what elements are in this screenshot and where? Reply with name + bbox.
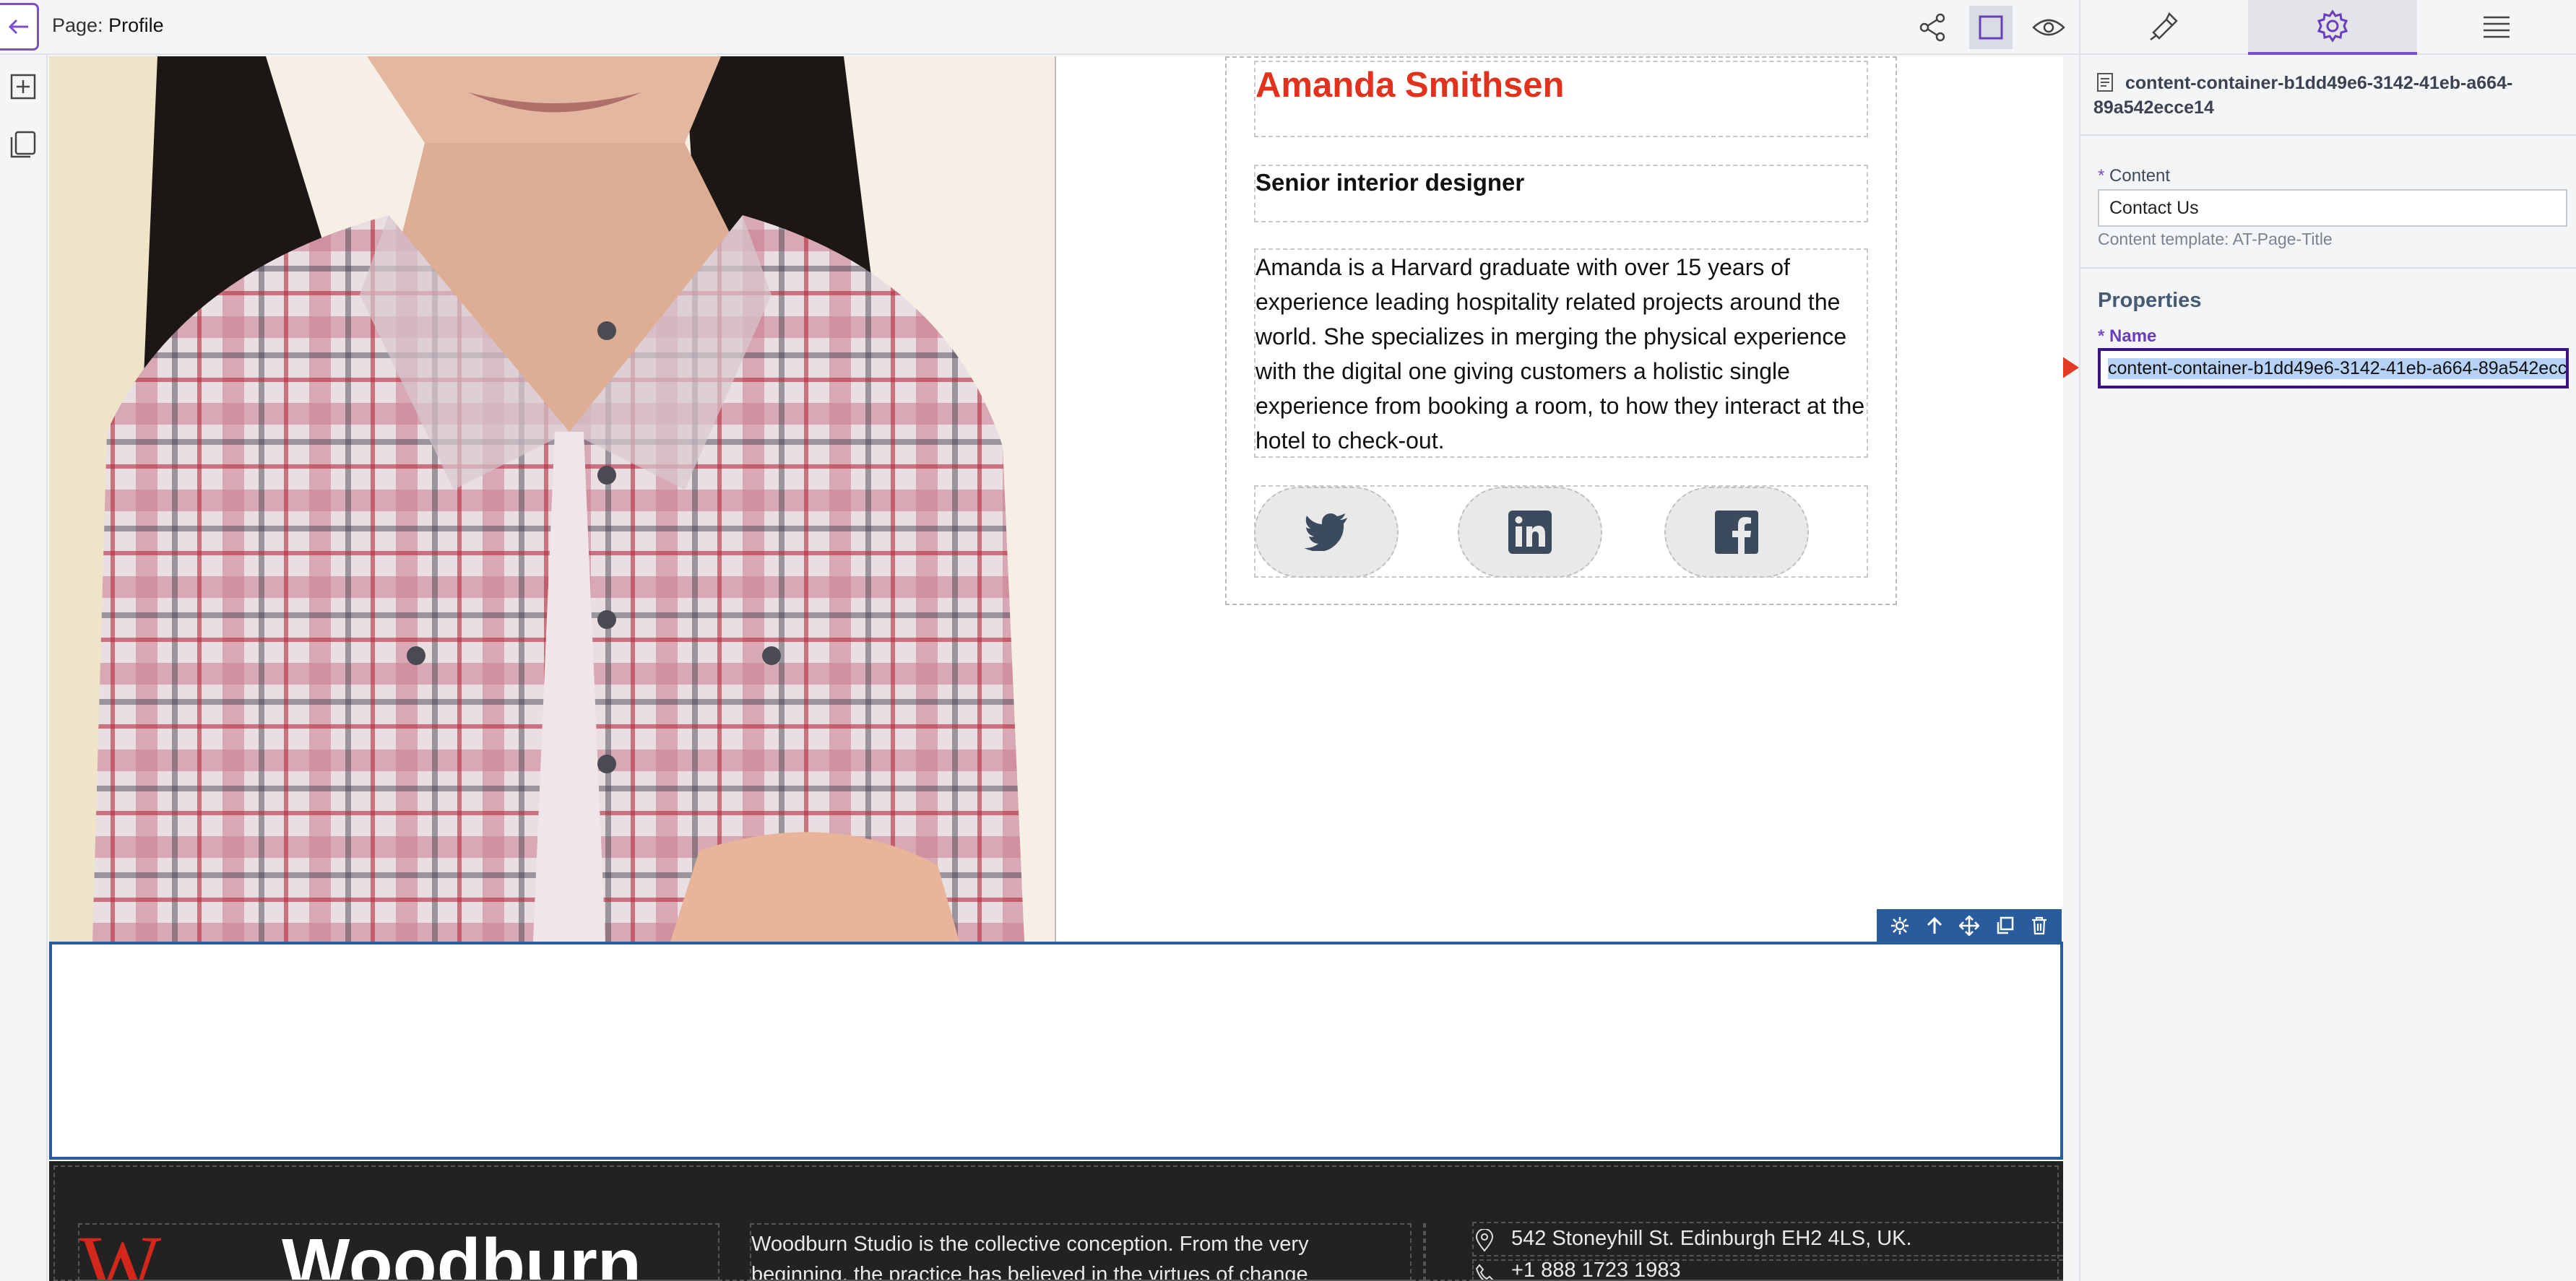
tab-settings[interactable] bbox=[2248, 0, 2417, 55]
name-block[interactable]: Amanda Smithsen bbox=[1254, 61, 1868, 137]
top-toolbar bbox=[0, 0, 2079, 55]
tab-layers[interactable] bbox=[2417, 0, 2576, 55]
left-sidebar bbox=[0, 55, 48, 1281]
bio-block[interactable]: Amanda is a Harvard graduate with over 1… bbox=[1254, 248, 1868, 458]
share-button[interactable] bbox=[1911, 6, 1955, 49]
eye-icon bbox=[2032, 19, 2065, 36]
footer-address-block: 542 Stoneyhill St. Edinburgh EH2 4LS, UK… bbox=[1472, 1222, 2063, 1256]
pages-icon bbox=[10, 131, 36, 158]
footer-column-divider bbox=[1423, 1223, 1426, 1281]
share-icon bbox=[1919, 13, 1945, 42]
gear-icon bbox=[2317, 9, 2348, 43]
page-prefix-label: Page: bbox=[52, 14, 103, 36]
brush-icon bbox=[2150, 12, 2178, 40]
section-settings-icon[interactable] bbox=[1890, 916, 1909, 935]
profile-photo-image bbox=[49, 56, 1056, 942]
name-input-selected-text: content-container-b1dd49e6-3142-41eb-a66… bbox=[2108, 357, 2566, 379]
content-field-label: * Content bbox=[2098, 166, 2170, 186]
component-id-label: content-container-b1dd49e6-3142-41eb-a66… bbox=[2093, 73, 2513, 118]
panel-divider bbox=[2080, 134, 2576, 136]
twitter-link[interactable] bbox=[1254, 487, 1399, 578]
footer-phone: +1 888 1723 1983 bbox=[1511, 1259, 1681, 1281]
required-mark: * bbox=[2098, 166, 2105, 186]
properties-title: Properties bbox=[2098, 289, 2202, 312]
linkedin-icon bbox=[1508, 511, 1552, 554]
footer-brand-block[interactable]: W Woodburn bbox=[78, 1223, 719, 1281]
footer-section: W Woodburn Woodburn Studio is the collec… bbox=[49, 1161, 2063, 1281]
page-name: Profile bbox=[108, 14, 164, 36]
content-input[interactable]: Contact Us bbox=[2098, 189, 2567, 227]
twitter-icon bbox=[1304, 513, 1347, 551]
footer-address: 542 Stoneyhill St. Edinburgh EH2 4LS, UK… bbox=[1511, 1227, 1912, 1250]
profile-bio: Amanda is a Harvard graduate with over 1… bbox=[1255, 254, 1865, 453]
name-label: Name bbox=[2109, 326, 2157, 346]
back-button[interactable] bbox=[0, 3, 39, 51]
arrow-left-icon bbox=[8, 19, 28, 35]
title-block[interactable]: Senior interior designer bbox=[1254, 165, 1868, 222]
delete-icon[interactable] bbox=[2031, 916, 2048, 935]
page-canvas: Amanda Smithsen Senior interior designer… bbox=[49, 56, 2063, 1281]
footer-phone-block: +1 888 1723 1983 bbox=[1472, 1259, 2063, 1281]
name-field-label: * Name bbox=[2098, 326, 2156, 347]
move-up-icon[interactable] bbox=[1926, 916, 1943, 935]
brand-logo-letter: W bbox=[79, 1223, 162, 1281]
pages-button[interactable] bbox=[7, 129, 39, 160]
add-component-button[interactable] bbox=[7, 71, 39, 103]
section-toolbar bbox=[1877, 909, 2062, 942]
footer-about-block: Woodburn Studio is the collective concep… bbox=[750, 1223, 1412, 1281]
plus-square-icon bbox=[10, 74, 36, 100]
preview-button[interactable] bbox=[2027, 6, 2070, 49]
page-title: Page: Profile bbox=[52, 14, 164, 37]
linkedin-link[interactable] bbox=[1458, 487, 1602, 578]
drag-move-icon[interactable] bbox=[1958, 916, 1979, 936]
duplicate-icon[interactable] bbox=[1995, 916, 2014, 935]
frame-view-button[interactable] bbox=[1969, 6, 2013, 49]
facebook-link[interactable] bbox=[1664, 487, 1809, 578]
square-icon bbox=[1979, 15, 2003, 40]
brand-name: Woodburn bbox=[282, 1224, 641, 1281]
required-mark-2: * bbox=[2098, 326, 2105, 346]
name-input[interactable]: content-container-b1dd49e6-3142-41eb-a66… bbox=[2098, 348, 2569, 388]
profile-photo[interactable] bbox=[49, 56, 1056, 942]
profile-title: Senior interior designer bbox=[1255, 169, 1525, 196]
facebook-icon bbox=[1715, 511, 1758, 554]
list-icon bbox=[2484, 16, 2510, 38]
content-label: Content bbox=[2109, 166, 2171, 186]
selected-content-container[interactable] bbox=[49, 942, 2063, 1160]
panel-divider-2 bbox=[2080, 267, 2576, 269]
phone-icon bbox=[1475, 1264, 1494, 1280]
location-pin-icon bbox=[1475, 1229, 1494, 1252]
content-template-hint: Content template: AT-Page-Title bbox=[2098, 230, 2333, 248]
profile-name: Amanda Smithsen bbox=[1255, 66, 1565, 105]
tab-design[interactable] bbox=[2079, 0, 2248, 55]
